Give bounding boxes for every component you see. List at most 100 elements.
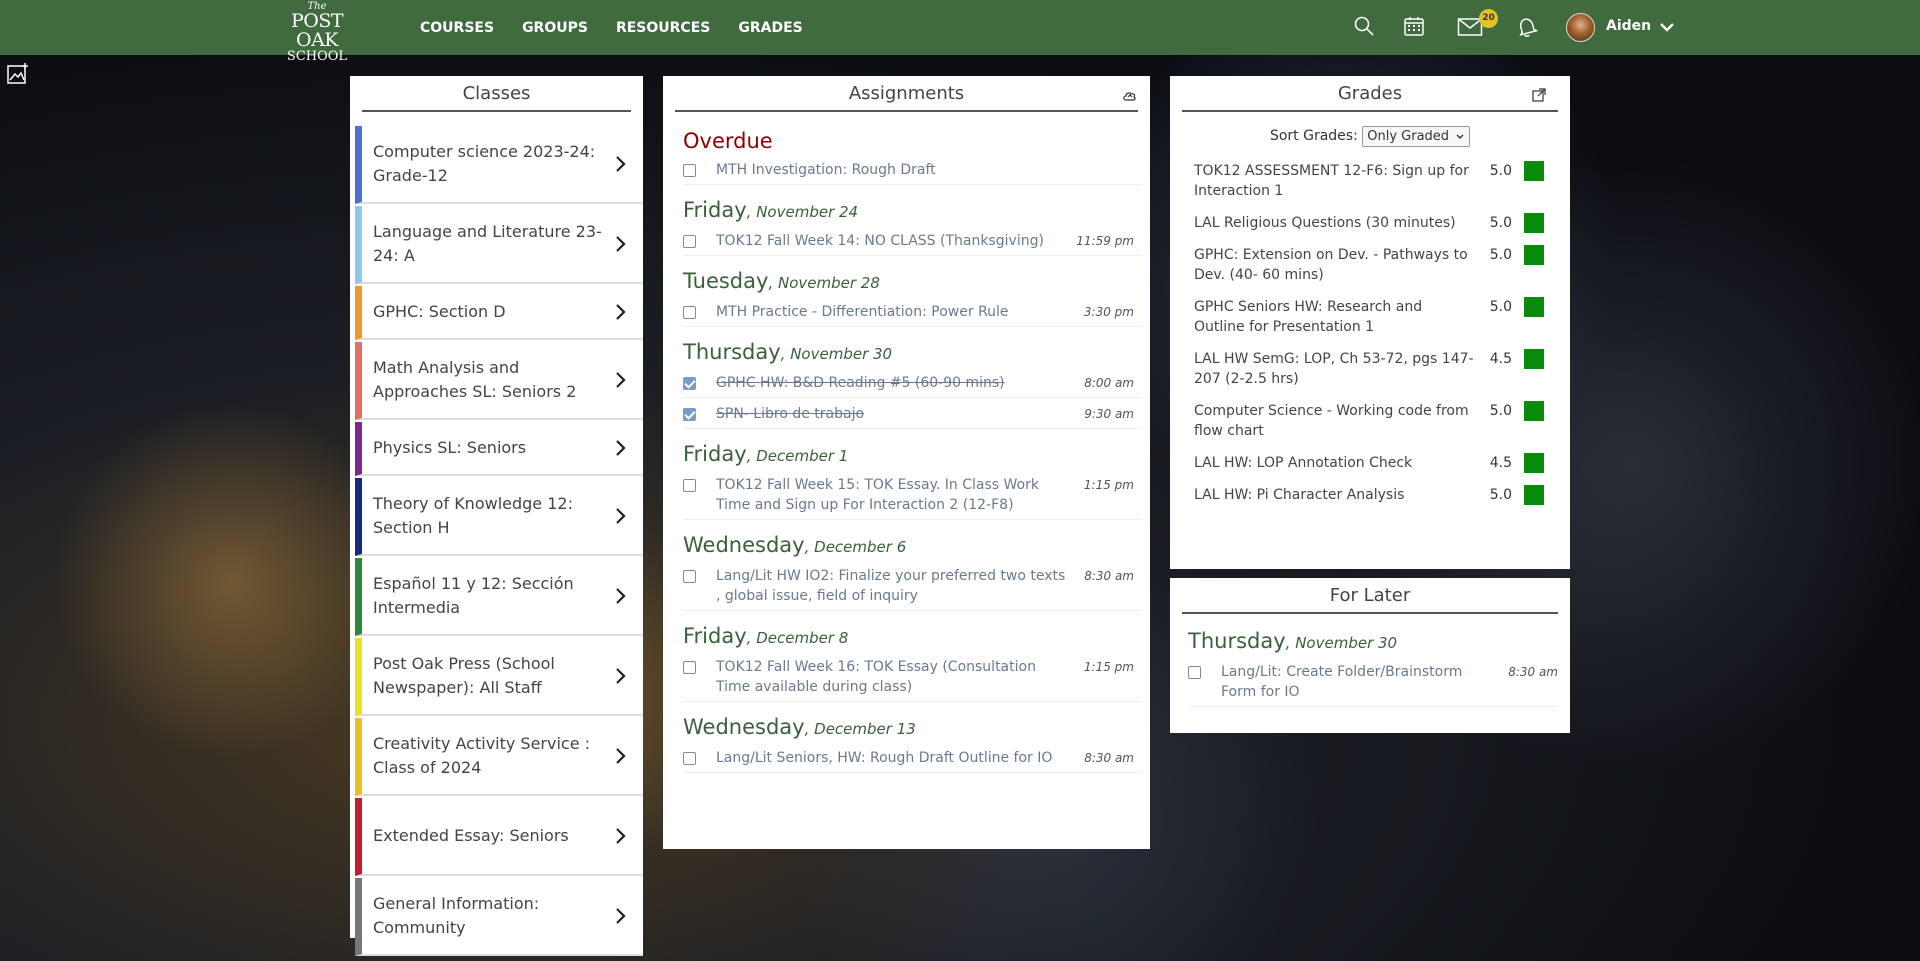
assignment-title[interactable]: GPHC HW: B&D Reading #5 (60-90 mins) (716, 373, 1142, 393)
school-logo[interactable]: The POST OAK SCHOOL (274, 2, 360, 64)
assignment-checkbox[interactable] (683, 479, 696, 492)
day-date-wrap: , December 1 (746, 447, 849, 465)
class-item[interactable]: General Information: Community (355, 878, 643, 956)
nav-resources[interactable]: RESOURCES (616, 20, 710, 36)
class-item[interactable]: Physics SL: Seniors (355, 422, 643, 476)
day-heading: Wednesday, December 13 (683, 714, 1142, 742)
grade-row: GPHC: Extension on Dev. - Pathways to De… (1194, 239, 1546, 291)
assignment-title[interactable]: SPN- Libro de trabajo (716, 404, 1142, 424)
class-item-label: Español 11 y 12: Sección Intermedia (373, 574, 574, 617)
class-item-label: Extended Essay: Seniors (373, 826, 569, 845)
grade-value: 5.0 (1489, 247, 1512, 263)
class-item[interactable]: Extended Essay: Seniors (355, 798, 643, 876)
chevron-right-icon (616, 156, 626, 172)
assignment-checkbox[interactable] (683, 408, 696, 421)
assignment-row: MTH Practice - Differentiation: Power Ru… (683, 296, 1142, 327)
assignment-title[interactable]: TOK12 Fall Week 15: TOK Essay. In Class … (716, 475, 1142, 515)
grade-row: LAL HW: LOP Annotation Check 4.5 (1194, 447, 1546, 479)
assignment-title[interactable]: MTH Practice - Differentiation: Power Ru… (716, 302, 1142, 322)
day-name: Friday (683, 198, 747, 222)
day-date: December 8 (756, 629, 849, 647)
grades-title: Grades (1337, 83, 1403, 104)
calendar-icon[interactable] (1402, 14, 1426, 38)
assignment-time: 9:30 am (1084, 407, 1134, 421)
image-edit-icon[interactable] (6, 62, 30, 86)
assignments-header: Assignments (675, 76, 1138, 112)
sort-grades-row: Sort Grades: Only Graded (1170, 126, 1570, 147)
for-later-date: November 30 (1295, 634, 1398, 652)
assignment-checkbox[interactable] (683, 164, 696, 177)
for-later-day-heading: Thursday, November 30 (1188, 629, 1398, 653)
class-list: Computer science 2023-24: Grade-12 Langua… (350, 126, 643, 956)
chevron-down-icon[interactable] (1659, 19, 1675, 35)
grade-indicator (1524, 453, 1544, 473)
external-link-icon[interactable] (1532, 88, 1546, 102)
assignment-checkbox[interactable] (683, 377, 696, 390)
assignment-time: 8:30 am (1084, 751, 1134, 765)
grade-value: 5.0 (1489, 163, 1512, 179)
grade-value: 4.5 (1489, 351, 1512, 367)
grade-indicator (1524, 245, 1544, 265)
cloud-sync-icon[interactable] (1122, 88, 1138, 104)
day-date: December 13 (814, 720, 916, 738)
class-item[interactable]: Math Analysis and Approaches SL: Seniors… (355, 342, 643, 420)
assignment-title[interactable]: Lang/Lit HW IO2: Finalize your preferred… (716, 566, 1142, 606)
assignment-checkbox[interactable] (1188, 666, 1201, 679)
day-date-wrap: , November 28 (768, 274, 880, 292)
class-item[interactable]: Post Oak Press (School Newspaper): All S… (355, 638, 643, 716)
day-date-wrap: , December 8 (746, 629, 849, 647)
class-item[interactable]: Computer science 2023-24: Grade-12 (355, 126, 643, 204)
day-heading: Friday, December 1 (683, 441, 1142, 469)
assignment-checkbox[interactable] (683, 306, 696, 319)
day-heading: Tuesday, November 28 (683, 268, 1142, 296)
assignments-panel: Assignments Overdue MTH Investigation: Ro… (663, 76, 1150, 849)
assignments-list: Overdue MTH Investigation: Rough Draft Fri… (663, 128, 1150, 773)
day-heading: Friday, December 8 (683, 623, 1142, 651)
nav-courses[interactable]: COURSES (420, 20, 494, 36)
bell-icon[interactable] (1515, 15, 1539, 39)
day-name: Friday (683, 442, 747, 466)
class-item[interactable]: Language and Literature 23-24: A (355, 206, 643, 284)
assignment-checkbox[interactable] (683, 570, 696, 583)
nav-groups[interactable]: GROUPS (522, 20, 588, 36)
class-item[interactable]: GPHC: Section D (355, 286, 643, 340)
assignment-checkbox[interactable] (683, 752, 696, 765)
chevron-down-icon (1456, 134, 1464, 139)
search-icon[interactable] (1352, 14, 1376, 38)
grade-row: LAL Religious Questions (30 minutes) 5.0 (1194, 207, 1546, 239)
for-later-item: Lang/Lit: Create Folder/Brainstorm Form … (1188, 656, 1558, 707)
class-item[interactable]: Theory of Knowledge 12: Section H (355, 478, 643, 556)
assignment-time: 3:30 pm (1083, 305, 1134, 319)
assignment-title[interactable]: TOK12 Fall Week 16: TOK Essay (Consultat… (716, 657, 1142, 697)
chevron-right-icon (616, 440, 626, 456)
nav-grades[interactable]: GRADES (738, 20, 802, 36)
day-date-wrap: , December 13 (804, 720, 916, 738)
assignment-title[interactable]: Lang/Lit Seniors, HW: Rough Draft Outlin… (716, 748, 1142, 768)
grade-indicator (1524, 349, 1544, 369)
grade-row: LAL HW SemG: LOP, Ch 53-72, pgs 147-207 … (1194, 343, 1546, 395)
assignment-title[interactable]: MTH Investigation: Rough Draft (716, 160, 1142, 180)
day-name: Friday (683, 624, 747, 648)
username[interactable]: Aiden (1606, 18, 1651, 34)
for-later-day: Thursday (1188, 629, 1286, 653)
grade-row: LAL HW: Pi Character Analysis 5.0 (1194, 479, 1546, 511)
mail-badge: 20 (1479, 9, 1498, 28)
grade-indicator (1524, 401, 1544, 421)
chevron-right-icon (616, 668, 626, 684)
class-item[interactable]: Español 11 y 12: Sección Intermedia (355, 558, 643, 636)
assignment-row: TOK12 Fall Week 14: NO CLASS (Thanksgivi… (683, 225, 1142, 256)
day-date: December 6 (814, 538, 907, 556)
day-heading: Friday, November 24 (683, 197, 1142, 225)
grade-value: 5.0 (1489, 403, 1512, 419)
assignment-checkbox[interactable] (683, 235, 696, 248)
day-date: November 28 (777, 274, 880, 292)
class-item[interactable]: Creativity Activity Service : Class of 2… (355, 718, 643, 796)
assignment-checkbox[interactable] (683, 661, 696, 674)
grade-value: 5.0 (1489, 215, 1512, 231)
grade-value: 5.0 (1489, 487, 1512, 503)
assignment-row: TOK12 Fall Week 15: TOK Essay. In Class … (683, 469, 1142, 520)
user-avatar[interactable] (1566, 13, 1595, 42)
grade-value: 5.0 (1489, 299, 1512, 315)
class-item-label: Creativity Activity Service : Class of 2… (373, 734, 591, 777)
sort-grades-select[interactable]: Only Graded (1362, 126, 1471, 147)
